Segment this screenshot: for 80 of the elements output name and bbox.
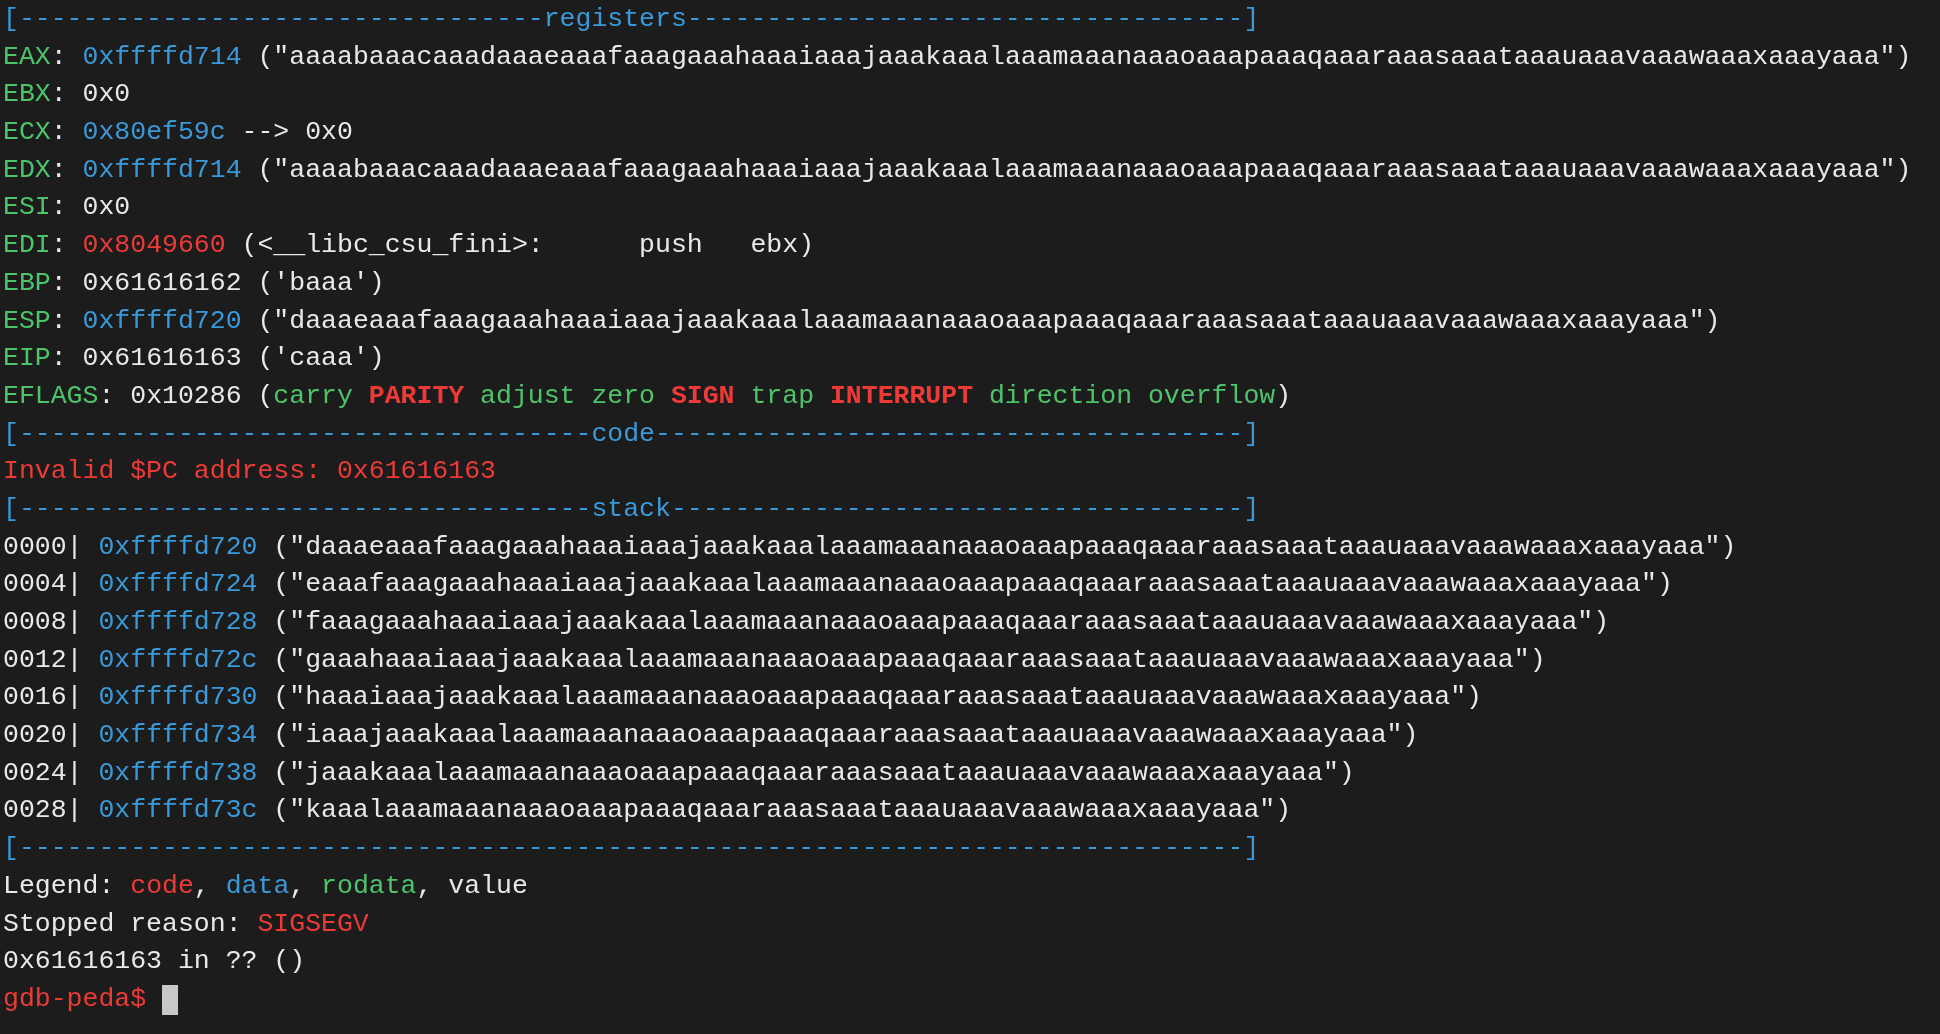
data-address: data <box>225 869 290 903</box>
flag-label: trap <box>750 379 815 413</box>
terminal-text: ("kaaalaaamaaanaaaoaaapaaaqaaaraaasaaataaauaaavaaawaaaxaaayaaa") <box>272 794 1292 828</box>
terminal-text: Stopped reason: <box>3 907 243 941</box>
register-name: EBX <box>3 78 51 112</box>
register-name: ESP <box>3 304 51 338</box>
error-message: SIGSEGV <box>257 907 369 941</box>
terminal-text: : <box>50 40 68 74</box>
register-name: EBP <box>3 266 51 300</box>
terminal-text: : 0x10286 ( <box>98 379 274 413</box>
data-address: 0xffffd738 <box>98 756 258 790</box>
terminal-text: Legend: <box>3 869 116 903</box>
gdb-prompt[interactable]: gdb-peda$ <box>3 980 163 1019</box>
data-address: 0xffffd730 <box>98 681 258 715</box>
terminal-text: : <box>50 229 68 263</box>
terminal-text: 0004| <box>3 568 84 602</box>
terminal-text: 0016| <box>3 681 84 715</box>
terminal-text: ("daaaeaaafaaagaaahaaaiaaajaaakaaalaaamaaanaaaoaaapaaaqaaaraaasaaataaauaaavaaawaaaxaaayaaa") <box>256 304 1721 338</box>
terminal-text: ("faaagaaahaaaiaaajaaakaaalaaamaaanaaaoaaapaaaqaaaraaasaaataaauaaavaaawaaaxaaayaaa") <box>272 606 1610 639</box>
register-name: EIP <box>3 342 51 376</box>
section-header: [---------------------------------registers-----------------------------------] <box>3 3 1260 36</box>
terminal-text: 0020| <box>3 719 84 753</box>
terminal-text: ("jaaakaaalaaamaaanaaaoaaapaaaqaaaraaasaaataaauaaavaaawaaaxaaayaaa") <box>272 756 1355 790</box>
data-address: 0xffffd728 <box>98 606 258 639</box>
terminal-text: : 0x61616163 ('caaa') <box>50 342 385 376</box>
data-address: 0xffffd714 <box>82 40 242 74</box>
data-address: 0xffffd734 <box>98 719 258 753</box>
terminal-text: , <box>289 869 307 903</box>
terminal-text: ("daaaeaaafaaagaaahaaaiaaajaaakaaalaaamaaanaaaoaaapaaaqaaaraaasaaataaauaaavaaawaaaxaaayaaa") <box>272 530 1737 564</box>
section-header: [-----------------------------------------------------------------------------] <box>3 832 1260 866</box>
register-name: EAX <box>3 40 51 74</box>
section-header: [------------------------------------stack------------------------------------] <box>3 492 1260 526</box>
terminal-text: : 0x0 <box>50 191 131 225</box>
terminal-text: --> 0x0 <box>240 116 353 150</box>
flag-label: PARITY <box>368 379 465 413</box>
flag-label: overflow <box>1147 379 1276 413</box>
data-address: 0xffffd720 <box>98 530 258 564</box>
register-name: EDI <box>3 229 51 263</box>
register-name: ECX <box>3 116 51 150</box>
terminal-text: : <box>50 153 68 187</box>
terminal-text: : <box>50 304 68 338</box>
terminal-text: ("aaaabaaacaaadaaaeaaafaaagaaahaaaiaaajaaakaaalaaamaaanaaaoaaapaaaqaaaraaasaaataaauaaavaaawaaaxaaayaaa") <box>256 153 1912 187</box>
legend-rodata: rodata <box>321 869 417 903</box>
terminal-text: 0x61616163 in ?? () <box>3 945 306 979</box>
terminal-text: : 0x0 <box>50 78 131 112</box>
register-name: EDX <box>3 153 51 187</box>
data-address: 0xffffd724 <box>98 568 258 602</box>
terminal-text: ("iaaajaaakaaalaaamaaanaaaoaaapaaaqaaaraaasaaataaauaaavaaawaaaxaaayaaa") <box>272 719 1419 753</box>
register-name: EFLAGS <box>3 379 99 413</box>
terminal-text: 0012| <box>3 643 84 677</box>
terminal-text: , value <box>416 869 528 903</box>
terminal-text: 0000| <box>3 530 84 564</box>
terminal-text: 0008| <box>3 606 84 639</box>
terminal-text: (<__libc_csu_fini>: push ebx) <box>240 229 815 263</box>
flag-label: SIGN <box>670 379 735 413</box>
flag-label: carry <box>273 379 353 413</box>
terminal-text: , <box>193 869 211 903</box>
terminal-text: ("gaaahaaaiaaajaaakaaalaaamaaanaaaoaaapaaaqaaaraaasaaataaauaaavaaawaaaxaaayaaa") <box>272 643 1546 677</box>
terminal-text: 0024| <box>3 756 84 790</box>
code-address: 0x8049660 <box>82 229 226 263</box>
terminal-text: : <box>50 116 68 150</box>
terminal-text: ("haaaiaaajaaakaaalaaamaaanaaaoaaapaaaqaaaraaasaaataaauaaavaaawaaaxaaayaaa") <box>272 681 1482 715</box>
register-name: ESI <box>3 191 51 225</box>
terminal-text: ) <box>1275 379 1292 413</box>
flag-label: INTERRUPT <box>829 379 974 413</box>
terminal-text: ("eaaafaaagaaahaaaiaaajaaakaaalaaamaaanaaaoaaapaaaqaaaraaasaaataaauaaavaaawaaaxaaayaaa") <box>272 568 1673 602</box>
error-message: Invalid $PC address: 0x61616163 <box>3 455 496 489</box>
terminal-text: 0028| <box>3 794 84 828</box>
data-address: 0xffffd73c <box>98 794 258 828</box>
data-address: 0xffffd72c <box>98 643 258 677</box>
data-address: 0x80ef59c <box>82 116 226 150</box>
code-address: code <box>130 869 194 903</box>
flag-label: direction <box>988 379 1133 413</box>
flag-label: zero <box>591 379 655 413</box>
terminal-text: ("aaaabaaacaaadaaaeaaafaaagaaahaaaiaaajaaakaaalaaamaaanaaaoaaapaaaqaaaraaasaaataaauaaavaaawaaaxaaayaaa") <box>256 40 1912 74</box>
data-address: 0xffffd720 <box>82 304 242 338</box>
terminal-text: : 0x61616162 ('baaa') <box>50 266 385 300</box>
section-header: [------------------------------------code-------------------------------------] <box>3 417 1260 451</box>
data-address: 0xffffd714 <box>82 153 242 187</box>
flag-label: adjust <box>480 379 576 413</box>
